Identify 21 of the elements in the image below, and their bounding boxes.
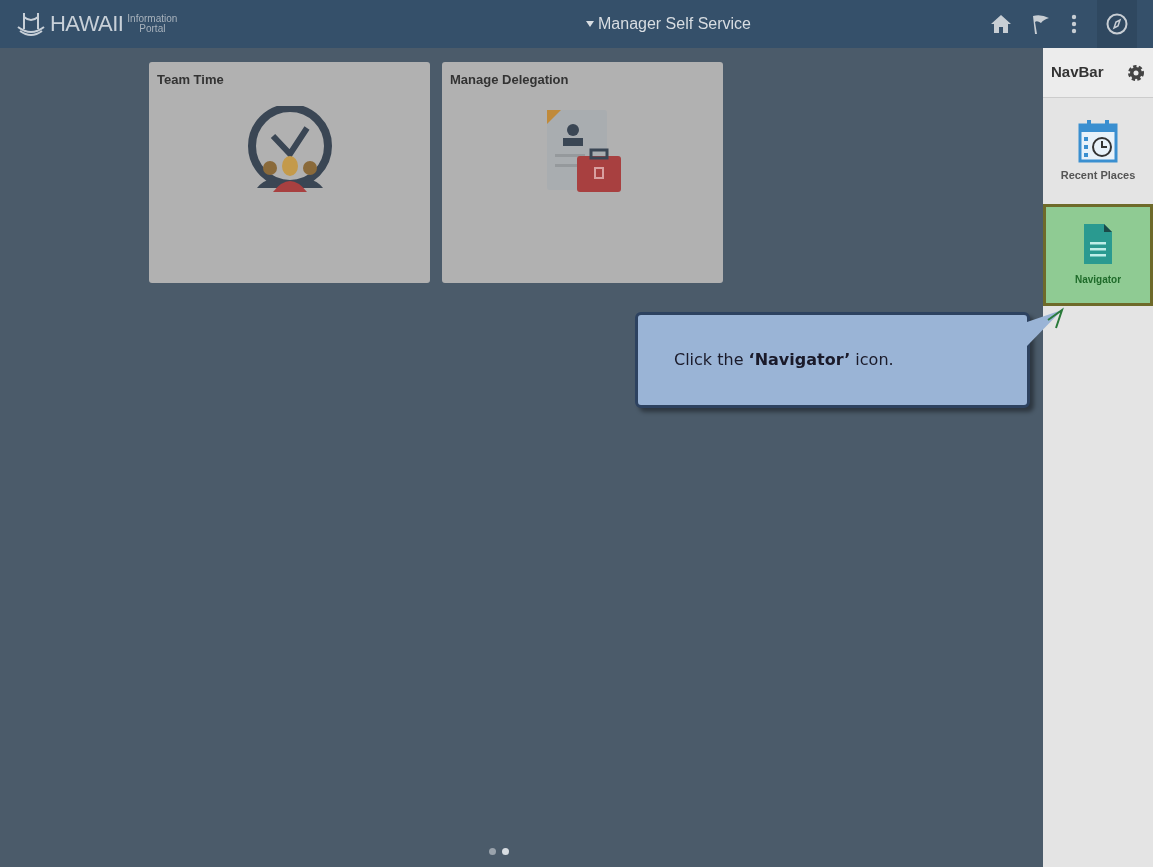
compass-icon[interactable] [1106,13,1128,35]
tile[interactable]: Manage Delegation [442,62,723,283]
canoe-logo-icon [16,11,46,37]
callout-text: Click the ‘Navigator’ icon. [674,349,894,371]
home-icon[interactable] [991,15,1011,33]
navbar-item[interactable]: Recent Places [1043,100,1153,202]
navbar-title: NavBar [1051,62,1104,83]
tile-title: Manage Delegation [450,71,570,89]
caret-icon [586,21,594,27]
document-icon [1084,223,1112,264]
logo-subtext: Portal [138,24,167,34]
more-icon[interactable] [1071,14,1077,34]
calendar-clock-icon [1078,118,1118,163]
settings-icon[interactable] [1127,63,1145,82]
navbar-item[interactable]: Navigator [1043,204,1153,306]
logo-text: HAWAII [50,13,124,35]
page-title: Manager Self Service [598,14,751,34]
tile[interactable]: Team Time [149,62,430,283]
flag-icon[interactable] [1031,14,1051,34]
logo-subtext: Information [127,14,178,24]
tile-title: Team Time [157,71,225,89]
